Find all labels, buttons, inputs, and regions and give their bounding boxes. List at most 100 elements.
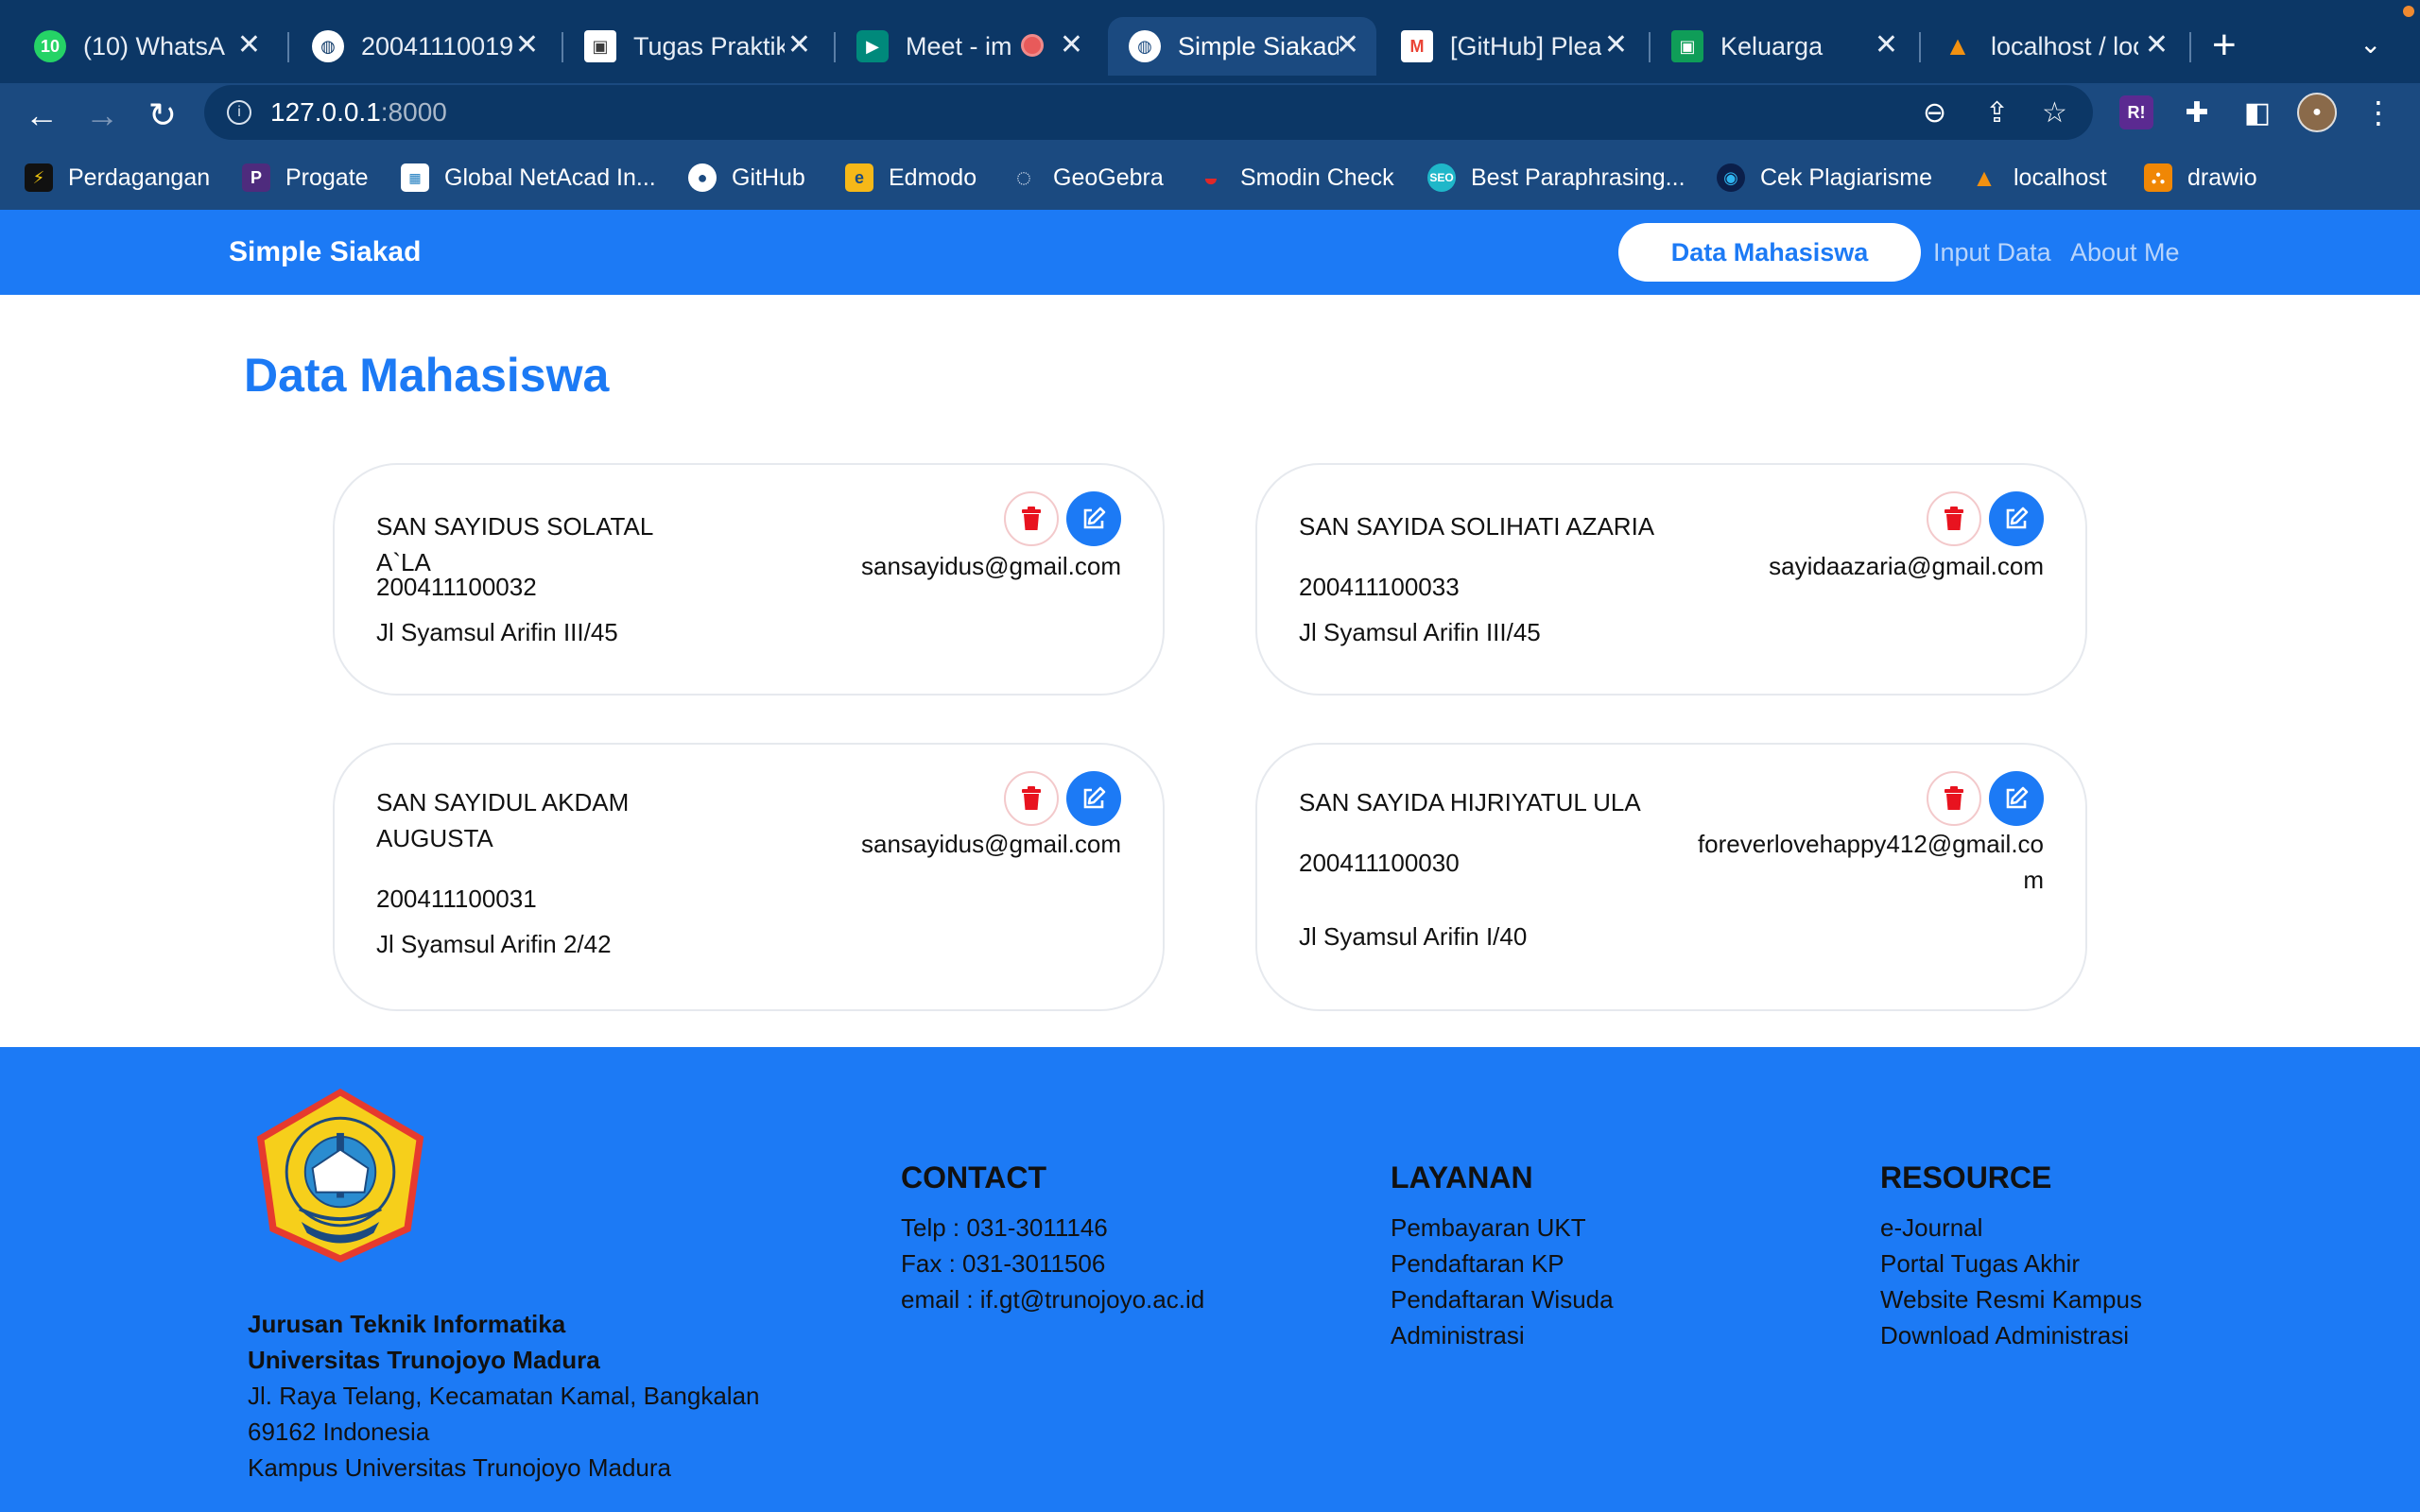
new-tab-button[interactable]: + (2212, 25, 2237, 66)
bookmark-progate[interactable]: P Progate (242, 159, 369, 197)
edit-button[interactable] (1989, 771, 2044, 826)
student-name: SAN SAYIDUL AKDAM AUGUSTA (376, 788, 630, 852)
tab-divider (287, 32, 289, 62)
delete-button[interactable] (1927, 491, 1981, 546)
phpmyadmin-icon: ▲ (1945, 31, 1971, 60)
tab-nim[interactable]: ◍ 200411100194 ✕ (291, 17, 556, 76)
student-card: SAN SAYIDA SOLIHATI AZARIA 200411100033 … (1255, 463, 2087, 696)
trash-icon (1945, 786, 1963, 810)
edit-button[interactable] (1066, 491, 1121, 546)
footer-dept: Jurusan Teknik Informatika (248, 1310, 566, 1338)
student-address: Jl Syamsul Arifin 2/42 (376, 930, 612, 958)
close-icon[interactable]: ✕ (2145, 30, 2169, 60)
site-brand[interactable]: Simple Siakad (229, 236, 421, 268)
footer-resource-title: RESOURCE (1880, 1160, 2052, 1194)
bookmark-star-icon[interactable]: ☆ (2042, 96, 2067, 129)
forward-button[interactable]: → (81, 94, 123, 136)
footer-link-ejournal[interactable]: e-Journal (1880, 1213, 1982, 1243)
globe-icon: ◍ (312, 30, 344, 62)
footer-link-pendaftaran-wisuda[interactable]: Pendaftaran Wisuda (1391, 1285, 1614, 1314)
classroom-icon: ▣ (584, 30, 616, 62)
student-nim: 200411100032 (376, 573, 537, 601)
phpmyadmin-icon: ▲ (1972, 163, 1996, 192)
bolt-icon: ⚡ (25, 163, 53, 192)
tab-localhost[interactable]: ▲ localhost / loc ✕ (1921, 17, 2186, 76)
bookmark-geogebra[interactable]: ◌ GeoGebra (1010, 159, 1164, 197)
delete-button[interactable] (1004, 771, 1059, 826)
back-button[interactable]: ← (21, 94, 62, 136)
close-icon[interactable]: ✕ (1336, 30, 1359, 60)
nav-data-mahasiswa[interactable]: Data Mahasiswa (1618, 223, 1921, 282)
tab-divider (2189, 32, 2191, 62)
footer-contact-title: CONTACT (901, 1160, 1047, 1194)
info-icon[interactable]: i (227, 100, 251, 125)
share-icon[interactable]: ⇪ (1985, 96, 2009, 129)
tab-github-gmail[interactable]: M [GitHub] Please ✕ (1380, 17, 1645, 76)
edit-icon (2006, 507, 2029, 529)
footer-link-download-administrasi[interactable]: Download Administrasi (1880, 1321, 2129, 1350)
side-panel-icon[interactable]: ◧ (2240, 95, 2274, 129)
edit-button[interactable] (1989, 491, 2044, 546)
bookmark-drawio[interactable]: ⛬ drawio (2144, 159, 2257, 197)
trash-icon (1945, 507, 1963, 530)
footer-layanan-title: LAYANAN (1391, 1160, 1533, 1194)
close-icon[interactable]: ✕ (1060, 30, 1083, 60)
bookmark-paraphrasing[interactable]: SEO Best Paraphrasing... (1427, 159, 1685, 197)
tab-search-chevron-icon[interactable]: ⌄ (2360, 28, 2381, 60)
student-email: sansayidus@gmail.com (861, 552, 1121, 580)
edit-icon (1083, 507, 1106, 529)
footer-link-pembayaran-ukt[interactable]: Pembayaran UKT (1391, 1213, 1586, 1243)
zoom-icon[interactable]: ⊖ (1923, 96, 1946, 129)
edit-icon (1083, 786, 1106, 809)
profile-avatar[interactable]: ● (2297, 93, 2337, 132)
nav-input-data[interactable]: Input Data (1933, 238, 2051, 267)
address-bar[interactable]: i 127.0.0.1:8000 (204, 85, 2093, 140)
tab-meet[interactable]: ▶ Meet - imr ✕ (836, 17, 1100, 76)
footer-link-website-kampus[interactable]: Website Resmi Kampus (1880, 1285, 2142, 1314)
bookmark-netacad[interactable]: ▦ Global NetAcad In... (401, 159, 656, 197)
bookmark-perdagangan[interactable]: ⚡ Perdagangan (25, 159, 210, 197)
delete-button[interactable] (1927, 771, 1981, 826)
close-icon[interactable]: ✕ (1604, 30, 1628, 60)
extensions-puzzle-icon[interactable]: ✚ (2180, 95, 2214, 129)
geogebra-icon: ◌ (1015, 163, 1032, 192)
nav-about-me[interactable]: About Me (2070, 238, 2180, 267)
reload-button[interactable]: ↻ (142, 94, 183, 136)
footer-link-administrasi[interactable]: Administrasi (1391, 1321, 1525, 1350)
gmail-icon: M (1401, 30, 1433, 62)
globe-icon: ◍ (1129, 30, 1161, 62)
delete-button[interactable] (1004, 491, 1059, 546)
edit-button[interactable] (1066, 771, 1121, 826)
footer-link-pendaftaran-kp[interactable]: Pendaftaran KP (1391, 1249, 1564, 1279)
close-icon[interactable]: ✕ (1875, 30, 1898, 60)
tab-whatsapp[interactable]: 10 (10) WhatsApp ✕ (13, 17, 278, 76)
footer-address-2: 69162 Indonesia (248, 1418, 430, 1446)
bookmark-localhost[interactable]: ▲ localhost (1970, 159, 2107, 197)
tab-simple-siakad[interactable]: ◍ Simple Siakad ✕ (1108, 17, 1376, 76)
meet-icon: ▶ (856, 30, 889, 62)
bookmark-smodin[interactable]: ◒ Smodin Check (1197, 159, 1394, 197)
student-card: SAN SAYIDUS SOLATAL A`LA 200411100032 Jl… (333, 463, 1165, 696)
close-icon[interactable]: ✕ (787, 30, 811, 60)
student-name: SAN SAYIDA HIJRIYATUL ULA (1299, 788, 1641, 816)
browser-menu-icon[interactable]: ⋮ (2361, 95, 2395, 129)
footer-link-portal-ta[interactable]: Portal Tugas Akhir (1880, 1249, 2080, 1279)
student-email: foreverlovehappy412@gmail.com (1697, 830, 2044, 894)
bookmark-edmodo[interactable]: e Edmodo (845, 159, 977, 197)
cisco-icon: ▦ (401, 163, 429, 192)
notification-dot (2403, 6, 2414, 17)
bookmark-cek-plagiarisme[interactable]: ◉ Cek Plagiarisme (1717, 159, 1932, 197)
footer-contact-email[interactable]: email : if.gt@trunojoyo.ac.id (901, 1285, 1204, 1314)
tab-tugas-praktikum[interactable]: ▣ Tugas Praktikum ✕ (563, 17, 828, 76)
student-card: SAN SAYIDA HIJRIYATUL ULA 200411100030 J… (1255, 743, 2087, 1011)
trash-icon (1022, 786, 1041, 810)
close-icon[interactable]: ✕ (515, 30, 539, 60)
student-name: SAN SAYIDA SOLIHATI AZARIA (1299, 512, 1655, 541)
student-email: sansayidus@gmail.com (861, 830, 1121, 858)
trash-icon (1022, 507, 1041, 530)
footer-address-1: Jl. Raya Telang, Kecamatan Kamal, Bangka… (248, 1382, 760, 1410)
close-icon[interactable]: ✕ (237, 30, 261, 60)
extension-r-icon[interactable]: R! (2119, 95, 2153, 129)
bookmark-github[interactable]: ● GitHub (688, 159, 805, 197)
tab-keluarga[interactable]: ▣ Keluarga ✕ (1651, 17, 1915, 76)
